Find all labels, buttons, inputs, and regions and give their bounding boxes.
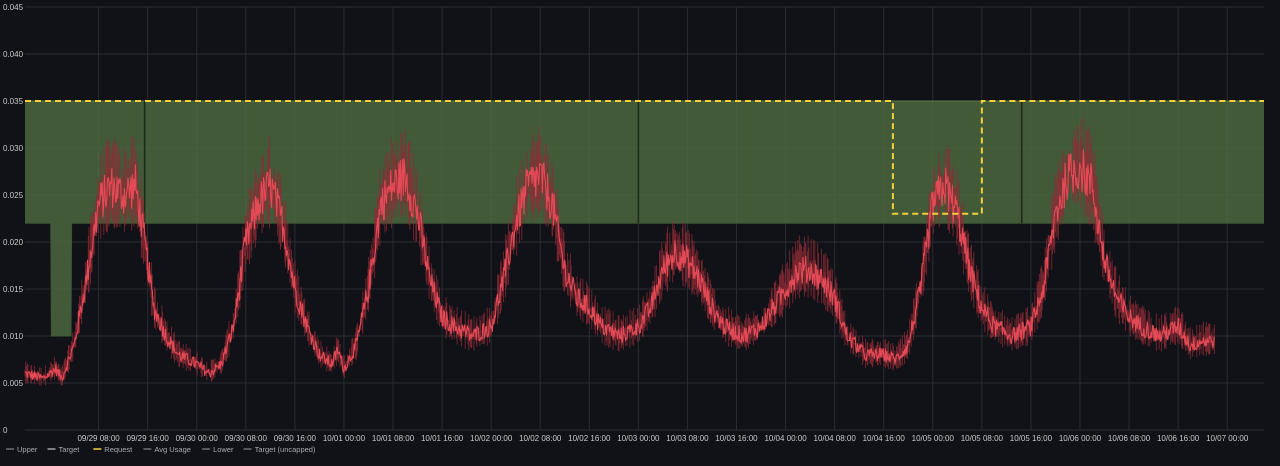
legend-item[interactable]: Target (uncapped) <box>243 445 316 454</box>
x-tick-label: 09/30 00:00 <box>176 434 219 443</box>
x-tick-label: 09/30 16:00 <box>274 434 317 443</box>
chart-canvas: 0 0.005 0.010 0.015 0.020 0.025 0.030 0.035 0.04… <box>3 3 1264 454</box>
x-tick-label: 09/30 08:00 <box>225 434 268 443</box>
y-tick-label: 0.025 <box>3 191 24 200</box>
x-tick-label: 09/29 16:00 <box>127 434 170 443</box>
legend-item[interactable]: Avg Usage <box>143 445 191 454</box>
x-tick-label: 10/04 16:00 <box>863 434 906 443</box>
x-tick-label: 10/03 16:00 <box>715 434 758 443</box>
x-tick-label: 10/06 08:00 <box>1108 434 1151 443</box>
x-tick-label: 10/02 16:00 <box>568 434 611 443</box>
y-axis-ticks: 0 0.005 0.010 0.015 0.020 0.025 0.030 0.035 0.04… <box>3 3 24 435</box>
x-tick-label: 10/01 00:00 <box>323 434 366 443</box>
x-tick-label: 10/04 00:00 <box>764 434 807 443</box>
x-tick-label: 10/06 16:00 <box>1157 434 1200 443</box>
x-tick-label: 10/02 00:00 <box>470 434 513 443</box>
x-tick-label: 10/01 16:00 <box>421 434 464 443</box>
x-tick-label: 10/04 08:00 <box>814 434 857 443</box>
legend-label: Avg Usage <box>154 445 191 454</box>
y-tick-label: 0.010 <box>3 332 24 341</box>
legend-item[interactable]: Upper <box>6 445 38 454</box>
legend[interactable]: Upper Target Request Avg Usage Lower Target (… <box>6 445 316 454</box>
legend-item[interactable]: Target <box>47 445 81 454</box>
legend-label: Request <box>104 445 133 454</box>
x-tick-label: 10/03 08:00 <box>666 434 709 443</box>
x-tick-label: 10/07 00:00 <box>1206 434 1249 443</box>
y-tick-label: 0.045 <box>3 3 24 12</box>
legend-label: Target <box>59 445 81 454</box>
y-tick-label: 0.040 <box>3 50 24 59</box>
legend-label: Target (uncapped) <box>255 445 316 454</box>
x-tick-label: 10/06 00:00 <box>1059 434 1102 443</box>
x-tick-label: 10/05 00:00 <box>912 434 955 443</box>
x-tick-label: 10/05 08:00 <box>961 434 1004 443</box>
y-tick-label: 0.015 <box>3 285 24 294</box>
x-axis-ticks: 09/29 08:00 09/29 16:00 09/30 00:00 09/30 0… <box>77 434 1248 443</box>
x-tick-label: 10/02 08:00 <box>519 434 562 443</box>
x-tick-label: 10/01 08:00 <box>372 434 415 443</box>
legend-label: Lower <box>213 445 234 454</box>
y-tick-label: 0 <box>3 426 8 435</box>
x-tick-label: 10/05 16:00 <box>1010 434 1053 443</box>
legend-item[interactable]: Request <box>93 445 133 454</box>
y-tick-label: 0.020 <box>3 238 24 247</box>
legend-item[interactable]: Lower <box>202 445 234 454</box>
y-tick-label: 0.030 <box>3 144 24 153</box>
y-tick-label: 0.005 <box>3 379 24 388</box>
legend-label: Upper <box>17 445 38 454</box>
x-tick-label: 10/03 00:00 <box>617 434 660 443</box>
y-tick-label: 0.035 <box>3 97 24 106</box>
x-tick-label: 09/29 08:00 <box>77 434 120 443</box>
usage-chart: 0 0.005 0.010 0.015 0.020 0.025 0.030 0.035 0.04… <box>0 0 1280 461</box>
